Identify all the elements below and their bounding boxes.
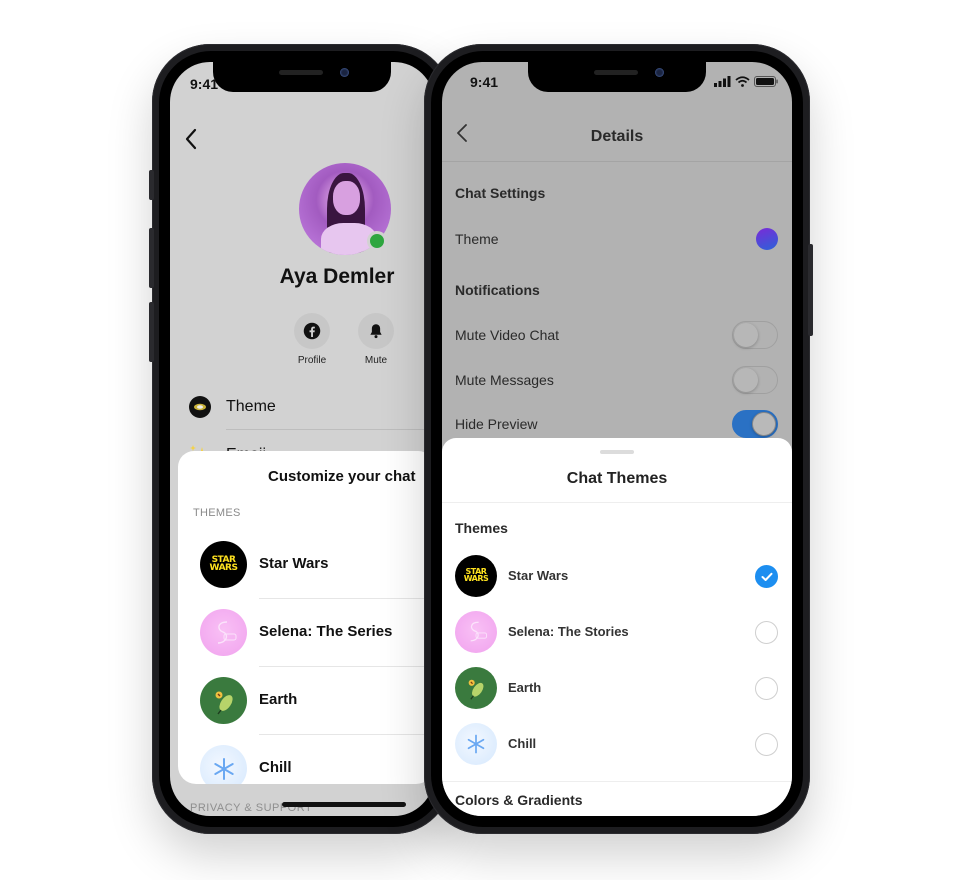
screen-details: 9:41 Details Chat Settings Theme Notific…: [442, 62, 792, 816]
themes-heading: Themes: [455, 520, 508, 536]
theme-item-star-wars[interactable]: STAR WARS Star Wars: [442, 548, 792, 604]
status-icons: [714, 76, 778, 87]
mute-messages-toggle[interactable]: [732, 366, 778, 394]
mute-video-chat-toggle[interactable]: [732, 321, 778, 349]
selena-icon: [455, 611, 497, 653]
volume-up-button: [149, 228, 154, 288]
theme-radio[interactable]: [755, 733, 778, 756]
volume-down-button: [149, 302, 154, 362]
theme-color-swatch: [756, 228, 778, 250]
nav-bar: Details: [442, 112, 792, 162]
cellular-signal-icon: [714, 76, 731, 87]
theme-setting-row[interactable]: Theme: [455, 226, 778, 252]
chat-settings-heading: Chat Settings: [455, 185, 546, 201]
silent-switch: [149, 170, 154, 200]
notch: [528, 62, 706, 92]
theme-name: Selena: The Series: [259, 623, 393, 640]
divider: [226, 429, 434, 430]
theme-item-selena[interactable]: Selena: The Series: [178, 599, 434, 667]
checkmark-icon: [761, 572, 772, 581]
theme-item-chill[interactable]: Chill: [178, 735, 434, 784]
menu-item-label: Theme: [226, 398, 276, 415]
wifi-icon: [735, 76, 750, 87]
chevron-left-icon: [185, 128, 197, 150]
mute-action-label: Mute: [364, 355, 388, 366]
themes-section-label: THEMES: [193, 507, 241, 519]
theme-radio-selected[interactable]: [755, 565, 778, 588]
theme-name: Chill: [259, 759, 292, 776]
theme-item-selena[interactable]: Selena: The Stories: [442, 604, 792, 660]
page-title: Details: [590, 128, 644, 145]
phone-right: 9:41 Details Chat Settings Theme Notific…: [424, 44, 813, 834]
mute-video-chat-row: Mute Video Chat: [455, 321, 778, 349]
earth-icon: [200, 677, 247, 724]
sheet-grabber[interactable]: [600, 450, 634, 454]
phone-left: 9:41 Aya Demler Profile Mute Theme PRIVA…: [149, 44, 452, 834]
theme-name: Selena: The Stories: [508, 624, 629, 639]
theme-item-star-wars[interactable]: STAR WARS Star Wars: [178, 531, 434, 599]
home-indicator[interactable]: [282, 802, 406, 807]
sheet-title: Customize your chat: [268, 468, 416, 485]
theme-radio[interactable]: [755, 677, 778, 700]
notch: [213, 62, 391, 92]
theme-icon: [188, 395, 212, 419]
hide-preview-toggle[interactable]: [732, 410, 778, 438]
customize-chat-sheet: Customize your chat THEMES STAR WARS Star…: [178, 451, 434, 784]
theme-name: Chill: [508, 736, 537, 751]
toggle-label: Hide Preview: [455, 416, 538, 432]
earth-icon: [455, 667, 497, 709]
theme-item-earth[interactable]: Earth: [178, 667, 434, 735]
colors-gradients-heading: Colors & Gradients: [455, 792, 583, 808]
theme-item-earth[interactable]: Earth: [442, 660, 792, 716]
power-button: [808, 244, 813, 336]
online-status-dot: [367, 231, 387, 251]
mute-messages-row: Mute Messages: [455, 366, 778, 394]
bell-icon: [370, 324, 382, 339]
theme-name: Star Wars: [259, 555, 329, 572]
menu-item-theme[interactable]: Theme: [170, 385, 434, 429]
back-button[interactable]: [184, 128, 198, 154]
theme-name: Star Wars: [508, 568, 569, 583]
theme-setting-label: Theme: [455, 231, 499, 247]
profile-action-label: Profile: [297, 355, 327, 366]
selena-icon: [200, 609, 247, 656]
profile-action-button[interactable]: Profile: [287, 313, 337, 366]
theme-name: Earth: [259, 691, 298, 708]
screen-profile: 9:41 Aya Demler Profile Mute Theme PRIVA…: [170, 62, 434, 816]
divider: [442, 781, 792, 782]
status-time: 9:41: [190, 76, 219, 92]
toggle-label: Mute Messages: [455, 372, 554, 388]
notifications-heading: Notifications: [455, 282, 540, 298]
theme-item-chill[interactable]: Chill: [442, 716, 792, 772]
status-time: 9:41: [470, 74, 499, 90]
star-wars-icon: STAR WARS: [455, 555, 497, 597]
theme-radio[interactable]: [755, 621, 778, 644]
divider: [442, 502, 792, 503]
theme-name: Earth: [508, 680, 542, 695]
snowflake-icon: [455, 723, 497, 765]
mute-action-button[interactable]: Mute: [351, 313, 401, 366]
facebook-icon: [303, 322, 321, 340]
battery-icon: [754, 76, 778, 87]
hide-preview-row: Hide Preview: [455, 410, 778, 438]
star-wars-icon: STAR WARS: [200, 541, 247, 588]
snowflake-icon: [200, 745, 247, 784]
chat-themes-sheet: Chat Themes Themes STAR WARS Star Wars Se…: [442, 438, 792, 816]
profile-name: Aya Demler: [279, 265, 395, 288]
sheet-title: Chat Themes: [566, 470, 668, 487]
toggle-label: Mute Video Chat: [455, 327, 560, 343]
